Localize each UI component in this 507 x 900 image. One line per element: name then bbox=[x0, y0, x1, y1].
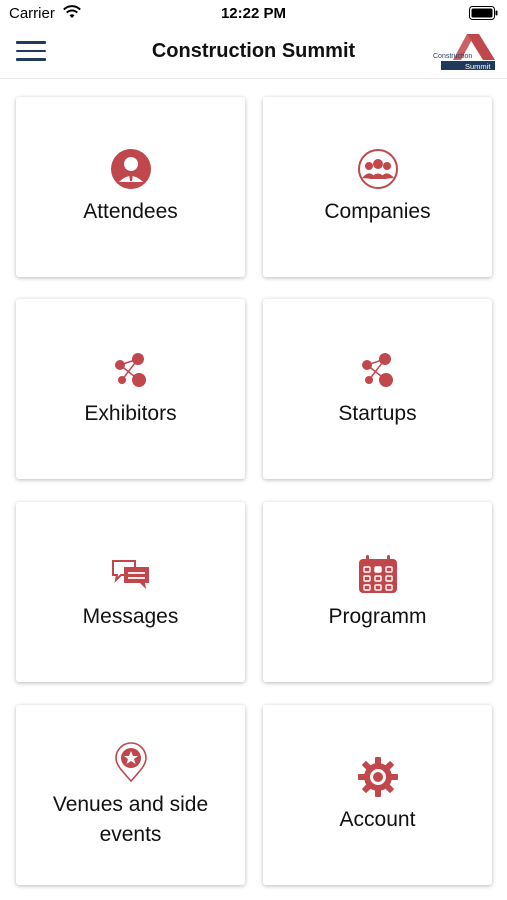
chat-icon bbox=[109, 552, 153, 596]
tile-label: Venues and side events bbox=[52, 793, 209, 846]
calendar-icon bbox=[356, 552, 400, 596]
person-icon bbox=[109, 147, 153, 191]
status-bar: Carrier 12:22 PM bbox=[0, 0, 507, 28]
tile-attendees[interactable]: Attendees bbox=[16, 97, 245, 277]
tile-label: Programm bbox=[328, 605, 427, 628]
tile-companies[interactable]: Companies bbox=[263, 97, 492, 277]
tile-messages[interactable]: Messages bbox=[16, 502, 245, 682]
status-time: 12:22 PM bbox=[220, 5, 287, 22]
battery-icon bbox=[469, 6, 499, 24]
tile-account[interactable]: Account bbox=[263, 705, 492, 885]
network-icon bbox=[356, 349, 400, 393]
navigation-bar: Construction Summit Summit Construction bbox=[0, 28, 507, 79]
tile-programm[interactable]: Programm bbox=[263, 502, 492, 682]
tile-label: Messages bbox=[82, 605, 179, 628]
logo-text-construction: Construction bbox=[433, 53, 472, 60]
construction-summit-logo: Summit Construction bbox=[431, 32, 497, 72]
tile-venues-and-side-events[interactable]: Venues and side events bbox=[16, 705, 245, 885]
tile-startups[interactable]: Startups bbox=[263, 299, 492, 479]
gear-icon bbox=[356, 755, 400, 799]
tile-label: Account bbox=[339, 808, 416, 831]
tile-label: Attendees bbox=[83, 200, 178, 223]
star-pin-icon bbox=[109, 740, 153, 784]
logo-text-summit: Summit bbox=[465, 62, 491, 71]
network-icon bbox=[109, 349, 153, 393]
tile-label: Companies bbox=[324, 200, 431, 223]
group-icon bbox=[356, 147, 400, 191]
tile-exhibitors[interactable]: Exhibitors bbox=[16, 299, 245, 479]
tile-label: Startups bbox=[338, 402, 417, 425]
tile-label: Exhibitors bbox=[84, 402, 177, 425]
